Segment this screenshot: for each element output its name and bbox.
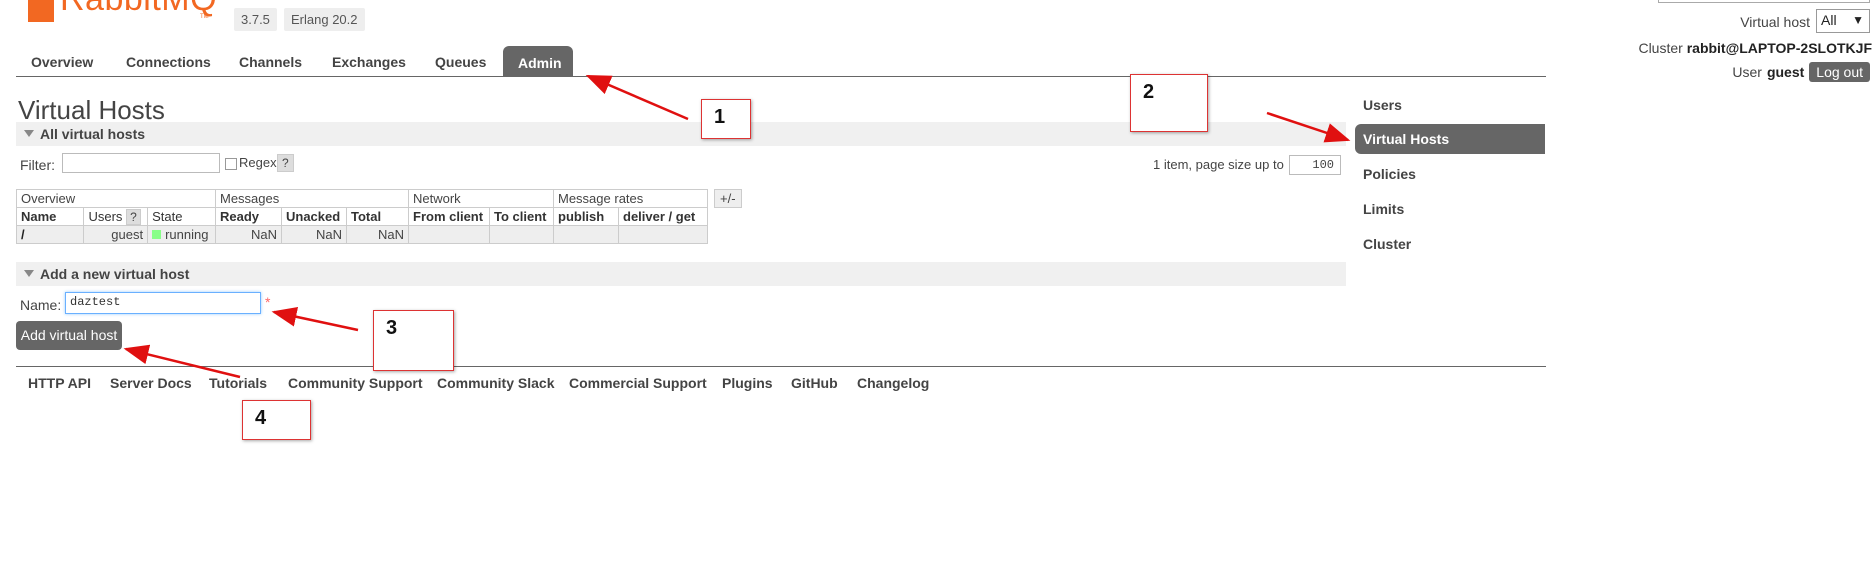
arrow-to-virtual-hosts	[1266, 111, 1351, 143]
annotation-arrows	[123, 74, 1351, 379]
arrow-to-admin-tab	[585, 74, 689, 121]
arrow-to-name-input	[271, 306, 359, 332]
arrow-to-add-button	[123, 344, 241, 379]
